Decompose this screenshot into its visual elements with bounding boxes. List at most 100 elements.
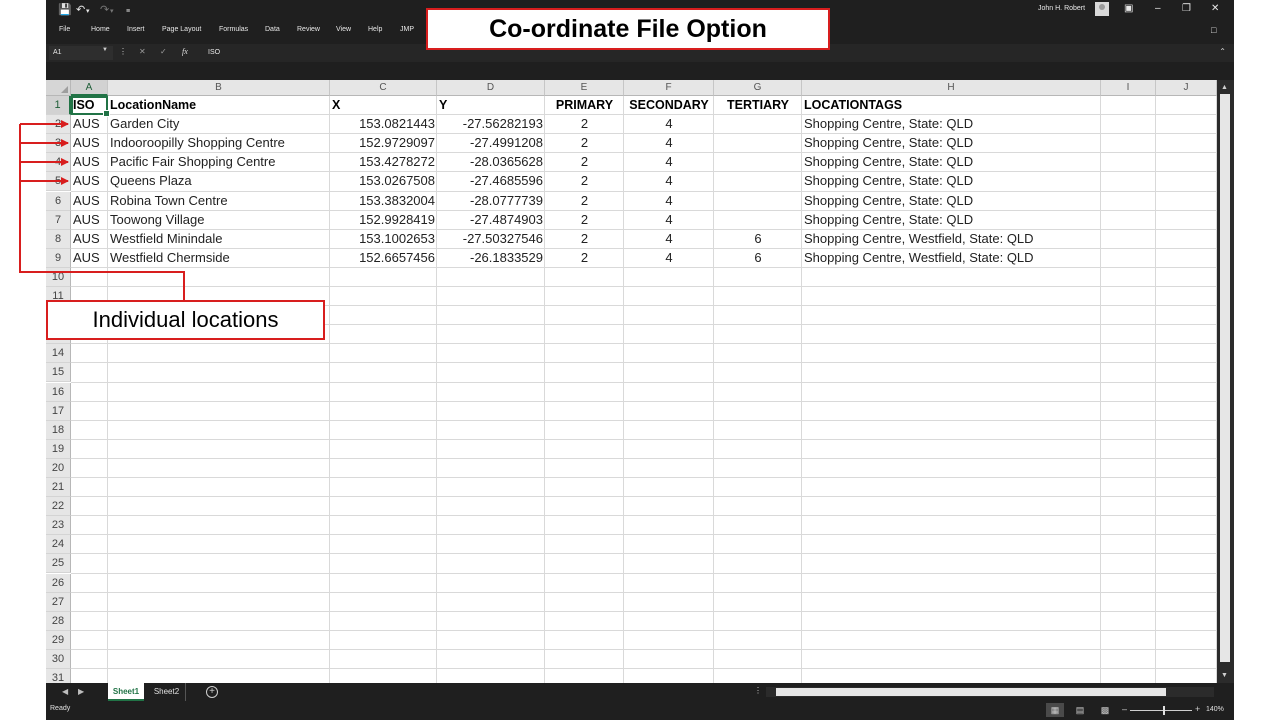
undo-icon[interactable]: ↶ [76,3,85,17]
table-cell[interactable]: AUS [73,115,106,133]
row-header[interactable]: 7 [46,210,71,230]
sheet-tab-sheet2[interactable]: Sheet2 [148,683,186,701]
row-header[interactable]: 27 [46,592,71,612]
zoom-slider-thumb[interactable] [1163,706,1165,715]
tab-home[interactable]: Home [91,26,110,33]
row-header[interactable]: 20 [46,458,71,478]
table-cell[interactable]: 2 [547,211,622,229]
column-header-j[interactable]: J [1156,80,1217,96]
table-cell[interactable]: Robina Town Centre [110,192,328,210]
table-cell[interactable]: AUS [73,172,106,190]
table-cell[interactable]: Shopping Centre, Westfield, State: QLD [804,230,1099,248]
table-cell[interactable]: 2 [547,172,622,190]
table-cell[interactable]: -26.1833529 [439,249,543,267]
row-header[interactable]: 25 [46,554,71,574]
table-cell[interactable]: AUS [73,153,106,171]
row-header[interactable]: 17 [46,401,71,421]
formula-bar-options-icon[interactable]: ⋮ [119,47,127,56]
table-cell[interactable] [716,211,800,229]
select-all-button[interactable] [46,80,71,96]
table-cell[interactable]: Westfield Chermside [110,249,328,267]
tab-file[interactable]: File [59,26,70,33]
row-header[interactable]: 26 [46,573,71,593]
table-cell[interactable]: -27.4991208 [439,134,543,152]
page-layout-view-icon[interactable]: ▤ [1071,703,1089,717]
horizontal-scrollbar[interactable] [766,687,1214,697]
table-cell[interactable]: Indooroopilly Shopping Centre [110,134,328,152]
table-cell[interactable] [716,172,800,190]
table-cell[interactable]: 153.3832004 [332,192,435,210]
zoom-level[interactable]: 140% [1206,706,1224,713]
table-cell[interactable]: 4 [626,115,712,133]
redo-dropdown-icon[interactable]: ▾ [110,5,114,19]
table-cell[interactable]: Pacific Fair Shopping Centre [110,153,328,171]
table-cell[interactable]: Shopping Centre, State: QLD [804,115,1099,133]
row-header[interactable]: 18 [46,420,71,440]
row-header[interactable]: 15 [46,363,71,383]
row-header[interactable]: 1 [46,96,71,116]
tab-page-layout[interactable]: Page Layout [162,26,201,33]
tab-data[interactable]: Data [265,26,280,33]
tab-jmp[interactable]: JMP [400,26,414,33]
row-header[interactable]: 21 [46,478,71,498]
table-cell[interactable]: Shopping Centre, State: QLD [804,192,1099,210]
horizontal-scroll-thumb[interactable] [776,688,1166,696]
header-cell[interactable]: LocationName [110,96,328,114]
table-cell[interactable]: AUS [73,211,106,229]
zoom-out-icon[interactable]: – [1122,704,1127,714]
zoom-slider[interactable] [1130,710,1192,711]
undo-dropdown-icon[interactable]: ▾ [86,5,90,19]
row-header[interactable]: 5 [46,172,71,192]
table-cell[interactable]: 2 [547,115,622,133]
column-header-e[interactable]: E [545,80,624,96]
tab-split-handle-icon[interactable]: ⋮ [754,686,762,695]
column-header-g[interactable]: G [714,80,802,96]
row-header[interactable]: 6 [46,191,71,211]
tab-insert[interactable]: Insert [127,26,145,33]
header-cell[interactable]: PRIMARY [547,96,622,114]
column-header-a[interactable]: A [71,80,108,96]
zoom-in-icon[interactable]: + [1195,704,1200,714]
add-sheet-icon[interactable]: + [206,686,218,698]
table-cell[interactable]: Shopping Centre, State: QLD [804,172,1099,190]
table-cell[interactable]: Shopping Centre, State: QLD [804,211,1099,229]
table-cell[interactable]: 153.0821443 [332,115,435,133]
column-header-b[interactable]: B [108,80,330,96]
table-cell[interactable]: AUS [73,134,106,152]
row-header[interactable]: 8 [46,229,71,249]
table-cell[interactable] [716,153,800,171]
row-header[interactable]: 14 [46,344,71,364]
avatar[interactable] [1095,2,1109,16]
enter-icon[interactable]: ✓ [160,47,167,56]
ribbon-display-options-icon[interactable]: ▣ [1124,2,1133,16]
table-cell[interactable]: 153.4278272 [332,153,435,171]
sheet-next-icon[interactable]: ▶ [78,687,84,696]
table-cell[interactable]: 2 [547,134,622,152]
table-cell[interactable]: Shopping Centre, Westfield, State: QLD [804,249,1099,267]
vertical-scroll-thumb[interactable] [1220,94,1230,662]
table-cell[interactable]: -28.0777739 [439,192,543,210]
table-cell[interactable]: 4 [626,211,712,229]
header-cell[interactable]: SECONDARY [626,96,712,114]
table-cell[interactable]: 4 [626,134,712,152]
normal-view-icon[interactable]: ▦ [1046,703,1064,717]
row-header[interactable]: 4 [46,153,71,173]
table-cell[interactable]: 6 [716,230,800,248]
header-cell[interactable]: X [332,96,435,114]
worksheet-grid[interactable]: ABCDEFGHIJ 12345678910111213141516171819… [46,80,1234,720]
row-header[interactable]: 10 [46,267,71,287]
row-header[interactable]: 19 [46,439,71,459]
restore-icon[interactable]: ❐ [1182,2,1191,16]
table-cell[interactable]: -27.56282193 [439,115,543,133]
table-cell[interactable]: Garden City [110,115,328,133]
minimize-icon[interactable]: – [1155,2,1161,16]
table-cell[interactable]: 6 [716,249,800,267]
table-cell[interactable] [716,115,800,133]
column-header-c[interactable]: C [330,80,437,96]
tab-formulas[interactable]: Formulas [219,26,248,33]
column-header-d[interactable]: D [437,80,545,96]
close-icon[interactable]: ✕ [1211,2,1219,16]
table-cell[interactable]: 152.9928419 [332,211,435,229]
table-cell[interactable]: AUS [73,230,106,248]
table-cell[interactable]: AUS [73,249,106,267]
